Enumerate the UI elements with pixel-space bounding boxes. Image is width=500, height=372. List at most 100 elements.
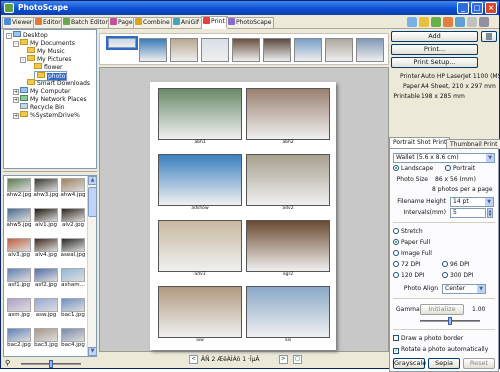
add-button[interactable]: Add [391,31,478,42]
tree-item-my-documents[interactable]: - My Documents [13,39,75,47]
title-bar[interactable]: PhotoScape _ □ × [1,1,499,15]
folder-open-icon[interactable] [443,17,453,27]
collapse-icon[interactable]: - [13,41,19,47]
draw-border-checkbox[interactable]: Draw a photo border [393,335,463,343]
info-icon[interactable] [479,17,489,27]
thumbnail-scrollbar[interactable]: ▲ ▼ [87,176,97,356]
dpi-300-radio[interactable]: 300 DPI [442,272,473,280]
thumbnail-item[interactable]: ahw5.jpg [6,208,32,230]
tree-item-smart-downloads[interactable]: Smart Downloads [27,79,90,87]
preview-photo[interactable]: adv3 [158,220,242,278]
thumbnail-item[interactable]: bac1.jpg [60,298,86,320]
help-icon[interactable] [407,17,417,27]
thumbnail-item[interactable]: aseal.jpg [60,238,86,260]
intervals-input[interactable]: 5 [450,208,486,218]
thumbnail-item[interactable]: ahw2.jpg [6,178,32,200]
filmstrip-photo[interactable] [263,38,291,62]
thumbnail-item[interactable]: alv4.jpg [33,238,59,260]
print-button[interactable]: Print... [391,44,478,55]
stretch-radio[interactable]: Stretch [393,228,423,236]
thumbnail-item[interactable]: ahw3.jpg [33,178,59,200]
filmstrip-photo[interactable] [106,36,138,50]
config-icon[interactable] [467,17,477,27]
tab-editor[interactable]: Editor [33,17,64,28]
tree-item-my-pictures[interactable]: - My Pictures [20,55,71,63]
thumbnail-item[interactable]: asham... [60,268,86,290]
minimize-button[interactable]: _ [457,2,469,14]
tree-item-my-computer[interactable]: + My Computer [13,87,70,95]
grayscale-button[interactable]: Grayscale [393,358,426,369]
home-icon[interactable] [431,17,441,27]
expand-icon[interactable]: + [13,97,19,103]
filename-height-select[interactable]: 14 pt ▼ [450,197,494,207]
filmstrip-photo[interactable] [294,38,322,62]
landscape-radio[interactable]: Landscape [393,165,433,173]
thumbnail-item[interactable]: ahw4.jpg [60,178,86,200]
scroll-thumb[interactable] [88,187,97,217]
slider-knob[interactable] [49,360,53,368]
thumbnail-size-slider[interactable] [21,360,81,368]
thumbnail-item[interactable]: alv2.jpg [60,208,86,230]
tree-item-recycle-bin[interactable]: Recycle Bin [20,103,65,111]
filmstrip-photo[interactable] [201,38,229,62]
tab-print[interactable]: Print [201,16,228,29]
dpi-72-radio[interactable]: 72 DPI [393,261,421,269]
maximize-button[interactable]: □ [471,2,483,14]
image-full-radio[interactable]: Image Full [393,250,432,258]
star-icon[interactable] [419,17,429,27]
tree-item-flower[interactable]: flower [34,63,63,71]
thumbnail-item[interactable]: alv1.jpg [33,208,59,230]
thumbnail-item[interactable]: alv3.jpg [6,238,32,260]
print-setup-button[interactable]: Print Setup... [391,57,478,68]
preview-photo[interactable]: ais [246,286,330,344]
tab-page[interactable]: Page [108,17,136,28]
settings-icon[interactable] [455,17,465,27]
tab-combine[interactable]: Combine [133,17,173,28]
expand-icon[interactable]: + [13,113,19,119]
filmstrip-photo[interactable] [139,38,167,62]
slider-knob[interactable] [448,317,452,325]
gamma-slider[interactable] [420,317,480,325]
fit-page-button[interactable]: □ [293,355,302,364]
prev-page-button[interactable]: < [189,355,198,364]
preview-photo[interactable]: adshow [158,154,242,212]
photo-size-select[interactable]: Wallet (5.6 x 8.6 cm) ▼ [393,153,495,163]
preview-photo[interactable]: abh2 [246,88,330,146]
filmstrip-photo[interactable] [356,38,384,62]
tree-item-systemdrive[interactable]: + %SystemDrive% [13,111,80,119]
collapse-icon[interactable]: - [20,57,26,63]
next-page-button[interactable]: > [279,355,288,364]
rotate-auto-checkbox[interactable]: ✓ Rotate a photo automatically [393,346,488,354]
scroll-down-icon[interactable]: ▼ [88,347,97,356]
preview-photo[interactable]: abh1 [158,88,242,146]
tree-item-my-music[interactable]: My Music [27,47,65,55]
portrait-radio[interactable]: Portrait [445,165,475,173]
initialize-button[interactable]: Initialize [420,304,464,315]
dpi-96-radio[interactable]: 96 DPI [442,261,470,269]
tree-item-desktop[interactable]: - Desktop [6,31,48,39]
filmstrip-photo[interactable] [325,38,353,62]
thumbnail-item[interactable]: asf2.jpg [33,268,59,290]
thumbnail-item[interactable]: bac2.jpg [6,328,32,350]
paper-full-radio[interactable]: Paper Full [393,239,430,247]
delete-button[interactable] [481,31,497,42]
reset-button[interactable]: Reset [463,358,495,369]
scroll-up-icon[interactable]: ▲ [88,176,97,185]
filmstrip-photo[interactable] [170,38,198,62]
thumbnail-item[interactable]: bac4.jpg [60,328,86,350]
tab-anigif[interactable]: AniGif [171,17,203,28]
photo-align-select[interactable]: Center ▼ [442,284,486,294]
tree-item-my-network-places[interactable]: + My Network Places [13,95,87,103]
splitter[interactable] [3,171,97,172]
thumbnail-item[interactable]: asf1.jpg [6,268,32,290]
dpi-120-radio[interactable]: 120 DPI [393,272,424,280]
thumbnail-item[interactable]: asw.jpg [33,298,59,320]
thumbnail-item[interactable]: asm.jpg [6,298,32,320]
sepia-button[interactable]: Sepia [428,358,460,369]
preview-photo[interactable]: agr2 [246,220,330,278]
filmstrip-photo[interactable] [232,38,260,62]
tab-photoscape[interactable]: PhotoScape [226,17,275,28]
close-button[interactable]: × [485,2,497,14]
intervals-spinner[interactable]: ▲ ▼ [487,208,493,218]
collapse-icon[interactable]: - [6,33,12,39]
